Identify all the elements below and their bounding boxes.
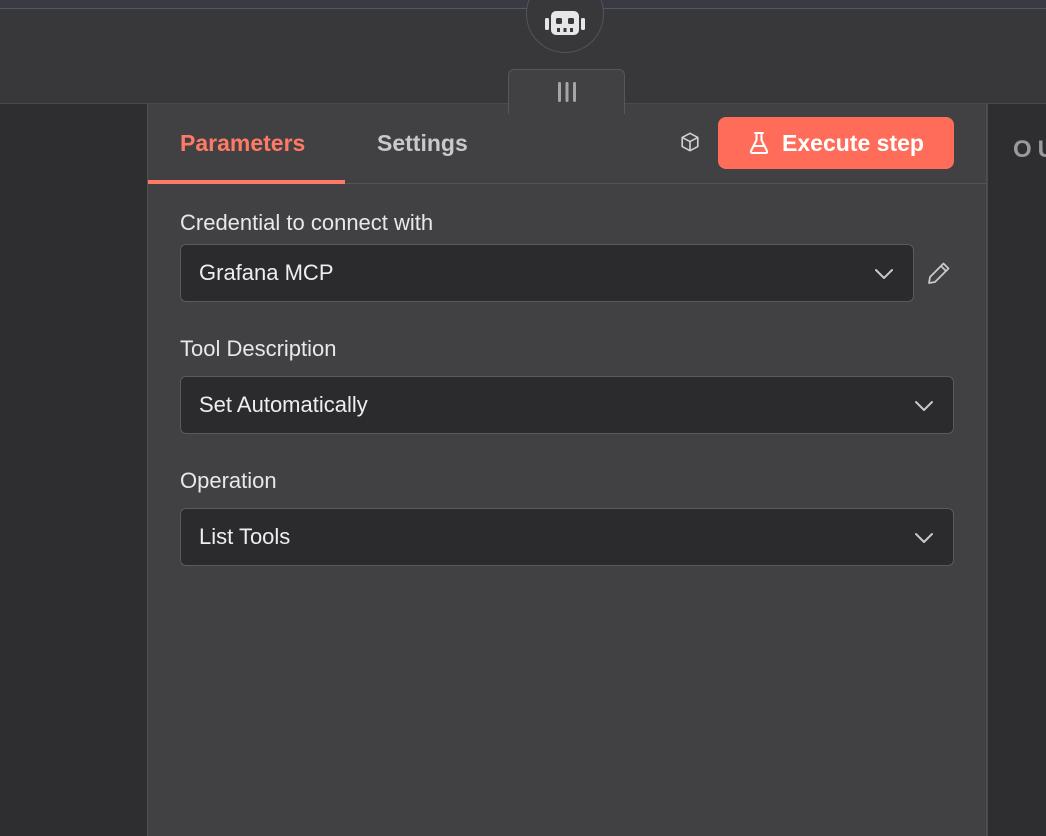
- drag-handle-icon: [557, 82, 576, 102]
- tab-settings[interactable]: Settings: [377, 130, 468, 157]
- execute-step-label: Execute step: [782, 129, 924, 156]
- tool-description-label: Tool Description: [180, 336, 337, 361]
- tabs-bar: Parameters Settings Execute step: [148, 104, 986, 184]
- active-tab-indicator: [148, 180, 345, 184]
- edit-credential-button[interactable]: [924, 258, 954, 288]
- chevron-down-icon: [915, 401, 933, 411]
- operation-label: Operation: [180, 468, 277, 493]
- panel-drag-handle[interactable]: [508, 69, 625, 114]
- ndv-window: Parameters Settings Execute step Credent…: [0, 0, 1046, 836]
- ai-agent-node[interactable]: [526, 0, 604, 53]
- node-info-button[interactable]: [678, 130, 702, 154]
- operation-select[interactable]: List Tools: [180, 508, 954, 566]
- tab-parameters[interactable]: Parameters: [180, 130, 305, 157]
- execute-step-button[interactable]: Execute step: [718, 117, 954, 169]
- chevron-down-icon: [915, 533, 933, 543]
- robot-icon: [545, 11, 585, 35]
- operation-value: List Tools: [199, 524, 291, 549]
- pencil-icon: [928, 262, 950, 284]
- cube-icon: [681, 132, 699, 152]
- tool-description-value: Set Automatically: [199, 392, 368, 417]
- tool-description-select[interactable]: Set Automatically: [180, 376, 954, 434]
- canvas-area: [0, 0, 1046, 114]
- credential-value: Grafana MCP: [199, 260, 334, 285]
- credential-label: Credential to connect with: [180, 210, 434, 235]
- output-panel: OU: [987, 104, 1046, 836]
- credential-select[interactable]: Grafana MCP: [180, 244, 914, 302]
- input-panel: [0, 104, 147, 836]
- output-panel-title: OU: [1013, 136, 1046, 163]
- parameters-panel: Parameters Settings Execute step Credent…: [147, 104, 987, 836]
- flask-icon: [749, 132, 769, 154]
- canvas-top-strip: [0, 0, 1046, 9]
- chevron-down-icon: [875, 269, 893, 279]
